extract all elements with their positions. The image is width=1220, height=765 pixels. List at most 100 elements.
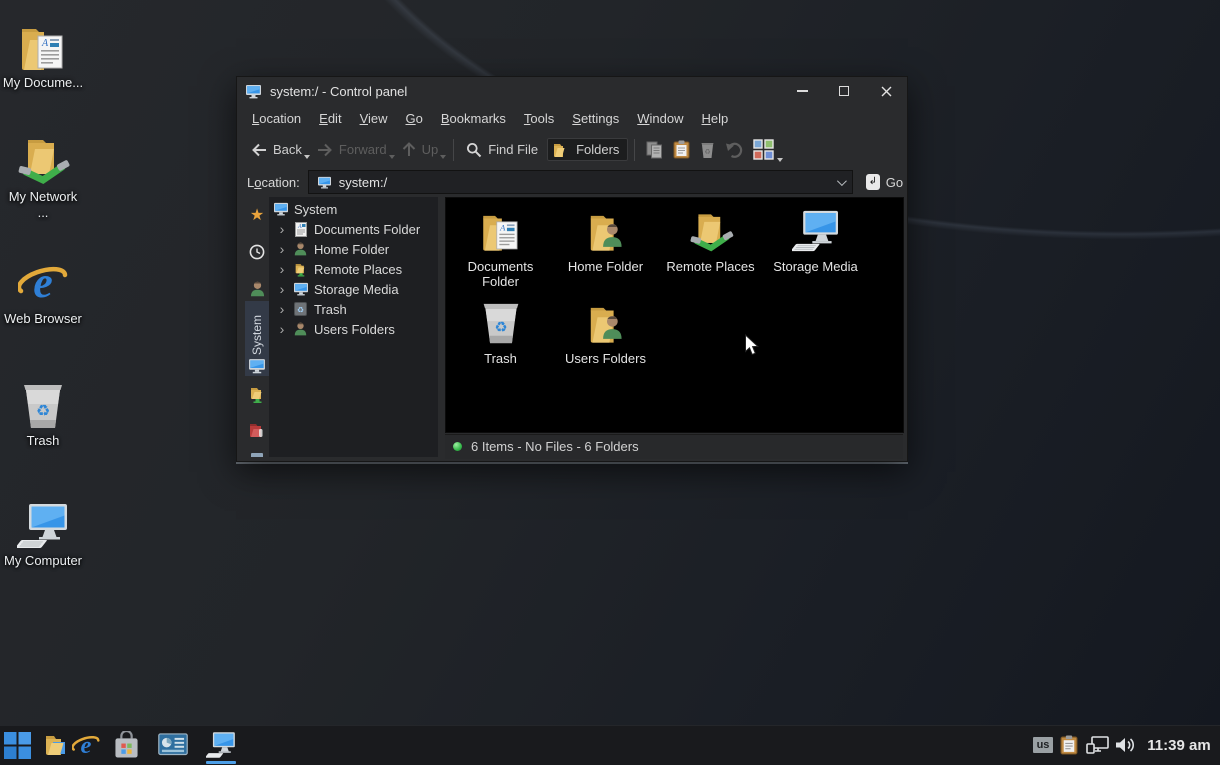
desktop-icon-trash[interactable]: ♻ Trash: [2, 380, 84, 449]
users-folders-icon: [553, 297, 658, 345]
star-icon: ★: [250, 208, 264, 224]
desktop-icon-label: My Docume...: [2, 75, 84, 91]
tray-keyboard-layout[interactable]: us: [1030, 725, 1056, 765]
tray-clock[interactable]: 11:39 am: [1140, 725, 1218, 765]
desktop-icon-web-browser[interactable]: e Web Browser: [2, 258, 84, 327]
red-folder-icon: [249, 421, 265, 438]
file-item-users-folders[interactable]: Users Folders: [553, 297, 658, 389]
toolbar-separator: [453, 139, 454, 161]
menu-bookmarks[interactable]: Bookmarks: [434, 108, 513, 129]
tab-bookmarks[interactable]: ★: [245, 208, 269, 224]
tree-item-trash[interactable]: › ♻ Trash: [269, 299, 438, 319]
tree-item-home-folder[interactable]: › Home Folder: [269, 239, 438, 259]
expander-icon[interactable]: ›: [277, 264, 287, 274]
up-arrow-icon: [402, 142, 416, 157]
file-item-remote-places[interactable]: Remote Places: [658, 205, 763, 297]
view-dropdown-caret[interactable]: [777, 158, 783, 162]
minimize-button[interactable]: [781, 77, 823, 105]
display-network-icon: [1086, 735, 1110, 755]
menu-go[interactable]: Go: [399, 108, 430, 129]
desktop-icon-my-network[interactable]: My Network ...: [2, 136, 84, 221]
menu-view[interactable]: View: [353, 108, 395, 129]
taskbar-my-computer-button-active[interactable]: [203, 725, 239, 765]
tab-history[interactable]: [245, 244, 269, 260]
file-item-storage-media[interactable]: Storage Media: [763, 205, 868, 297]
location-monitor-icon: [317, 176, 332, 189]
network-folder-icon: [249, 386, 266, 403]
tab-home[interactable]: [245, 281, 269, 297]
tab-partial[interactable]: [245, 453, 269, 457]
tab-system-active[interactable]: System: [245, 301, 269, 376]
menu-help[interactable]: Help: [695, 108, 736, 129]
back-button[interactable]: Back: [245, 138, 311, 161]
file-item-label: Remote Places: [658, 259, 763, 274]
document-icon: A: [292, 222, 309, 237]
menu-location[interactable]: Location: [245, 108, 308, 129]
taskbar-store-button[interactable]: [110, 725, 142, 765]
taskbar-control-panel-button[interactable]: [155, 725, 191, 765]
start-button[interactable]: [0, 725, 34, 765]
desktop-icon-my-computer[interactable]: My Computer: [2, 500, 84, 569]
taskbar-browser-button[interactable]: e: [70, 725, 102, 765]
window-titlebar[interactable]: system:/ - Control panel: [237, 77, 907, 105]
expander-icon[interactable]: ›: [277, 244, 287, 254]
menu-edit[interactable]: Edit: [312, 108, 348, 129]
tree-item-remote-places[interactable]: › Remote Places: [269, 259, 438, 279]
folder-content-view[interactable]: A Documents Folder: [445, 197, 904, 433]
paste-clipboard-icon: [673, 140, 690, 159]
menu-tools[interactable]: Tools: [517, 108, 561, 129]
undo-button[interactable]: [720, 138, 748, 162]
go-button[interactable]: ↲ Go: [861, 171, 908, 193]
documents-folder-icon: A: [2, 22, 84, 72]
svg-text:e: e: [81, 732, 92, 759]
svg-text:A: A: [41, 38, 49, 49]
menu-window[interactable]: Window: [630, 108, 690, 129]
up-dropdown-caret[interactable]: [440, 155, 446, 159]
copy-icon: [646, 141, 663, 159]
forward-button[interactable]: Forward: [311, 138, 396, 161]
chevron-down-icon[interactable]: [837, 176, 847, 186]
menu-settings[interactable]: Settings: [565, 108, 626, 129]
file-item-documents-folder[interactable]: A Documents Folder: [448, 205, 553, 297]
icon-view-button[interactable]: [748, 135, 779, 164]
clock-icon: [249, 244, 265, 260]
svg-text:A: A: [297, 224, 302, 230]
expander-icon[interactable]: ›: [277, 324, 287, 334]
paste-button[interactable]: [668, 136, 695, 163]
expander-icon[interactable]: ›: [277, 224, 287, 234]
tab-network[interactable]: [245, 386, 269, 403]
delete-button[interactable]: ♻: [695, 137, 720, 163]
file-item-trash[interactable]: ♻ Trash: [448, 297, 553, 389]
tab-root-folder[interactable]: [245, 421, 269, 438]
tree-item-storage-media[interactable]: › Storage Media: [269, 279, 438, 299]
windows-logo-icon: [4, 732, 31, 759]
file-item-home-folder[interactable]: Home Folder: [553, 205, 658, 297]
close-button[interactable]: [865, 77, 907, 105]
maximize-button[interactable]: [823, 77, 865, 105]
expander-icon[interactable]: ›: [277, 284, 287, 294]
tray-display[interactable]: [1084, 725, 1112, 765]
tray-volume[interactable]: [1112, 725, 1138, 765]
location-value[interactable]: system:/: [339, 175, 387, 190]
file-item-label: Documents Folder: [448, 259, 553, 289]
computer-monitor-icon: [206, 731, 236, 759]
browser-e-icon: e: [72, 731, 100, 759]
find-file-button[interactable]: Find File: [460, 138, 547, 162]
copy-button[interactable]: [641, 137, 668, 163]
tab-system-label: System: [250, 315, 264, 355]
control-panel-icon: [158, 732, 188, 758]
expander-icon[interactable]: ›: [277, 304, 287, 314]
up-button[interactable]: Up: [396, 138, 448, 161]
forward-dropdown-caret[interactable]: [389, 155, 395, 159]
location-combobox[interactable]: system:/: [308, 170, 853, 194]
folders-toggle-button[interactable]: Folders: [547, 138, 628, 161]
tree-item-documents-folder[interactable]: › A Documents Folder: [269, 219, 438, 239]
back-dropdown-caret[interactable]: [304, 155, 310, 159]
tree-item-users-folders[interactable]: › Users Folders: [269, 319, 438, 339]
maximize-icon: [839, 86, 849, 96]
taskbar-file-manager-button[interactable]: [40, 725, 72, 765]
tray-clipboard[interactable]: [1056, 725, 1082, 765]
tree-item-system[interactable]: System: [269, 199, 438, 219]
desktop-icon-my-documents[interactable]: A My Docume...: [2, 22, 84, 91]
icon-view-grid-icon: [753, 139, 774, 160]
